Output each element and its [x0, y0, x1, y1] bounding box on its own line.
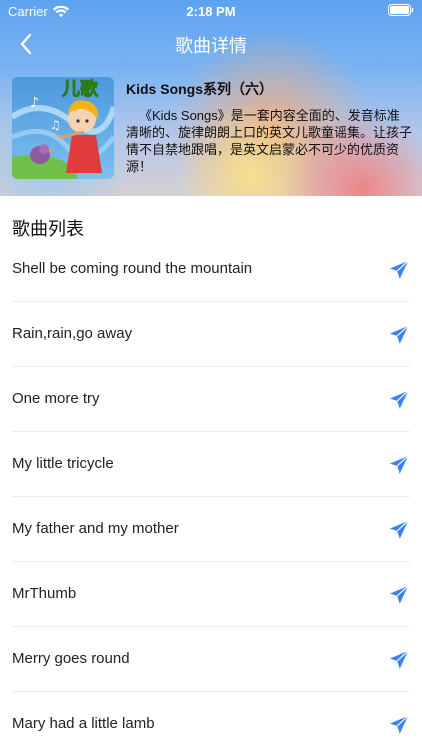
song-title: Merry goes round: [12, 650, 130, 667]
song-title: My father and my mother: [12, 520, 179, 537]
nav-bar: 歌曲详情: [0, 22, 422, 66]
paper-plane-icon[interactable]: [388, 584, 410, 606]
song-detail-screen: Carrier 2:18 PM 歌曲详情 儿歌 ♪ ♫ Kids Songs系列…: [0, 0, 422, 750]
album-cover-image: 儿歌 ♪ ♫: [12, 77, 114, 179]
paper-plane-icon[interactable]: [388, 259, 410, 281]
song-title: My little tricycle: [12, 455, 114, 472]
song-row[interactable]: My little tricycle: [0, 432, 422, 497]
song-row[interactable]: Mary had a little lamb: [0, 692, 422, 750]
svg-text:♪: ♪: [30, 95, 39, 111]
song-row[interactable]: Shell be coming round the mountain: [0, 237, 422, 302]
song-row[interactable]: Merry goes round: [0, 627, 422, 692]
paper-plane-icon[interactable]: [388, 324, 410, 346]
paper-plane-icon[interactable]: [388, 389, 410, 411]
song-title: Mary had a little lamb: [12, 715, 155, 732]
song-title: Rain,rain,go away: [12, 325, 133, 342]
battery-icon: [388, 4, 414, 16]
page-title: 歌曲详情: [175, 36, 247, 56]
cover-logo-text: 儿歌: [61, 78, 99, 100]
paper-plane-icon[interactable]: [388, 454, 410, 476]
album-info: 儿歌 ♪ ♫ Kids Songs系列（六） 《Kids Songs》是一套内容…: [12, 77, 412, 181]
song-row[interactable]: My father and my mother: [0, 497, 422, 562]
song-title: Shell be coming round the mountain: [12, 260, 253, 277]
song-row[interactable]: One more try: [0, 367, 422, 432]
song-title: MrThumb: [12, 585, 77, 602]
status-time: 2:18 PM: [186, 4, 236, 19]
song-row[interactable]: MrThumb: [0, 562, 422, 627]
paper-plane-icon[interactable]: [388, 519, 410, 541]
song-list: Shell be coming round the mountain Rain,…: [0, 237, 422, 750]
album-description: 《Kids Songs》是一套内容全面的、发音标准清晰的、旋律朗朗上口的英文儿歌…: [126, 108, 413, 174]
song-row[interactable]: Rain,rain,go away: [0, 302, 422, 367]
album-title: Kids Songs系列（六）: [126, 81, 274, 97]
svg-text:♫: ♫: [50, 118, 61, 132]
status-bar: Carrier 2:18 PM: [0, 0, 422, 22]
paper-plane-icon[interactable]: [388, 649, 410, 671]
song-title: One more try: [12, 390, 100, 407]
paper-plane-icon[interactable]: [388, 714, 410, 736]
